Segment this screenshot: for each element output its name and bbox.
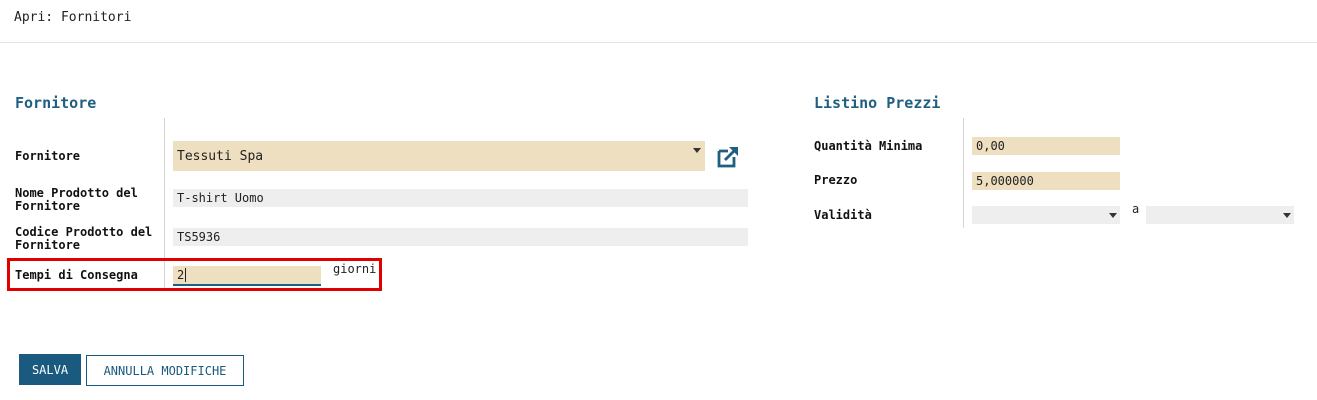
discard-changes-button[interactable]: ANNULLA MODIFICHE (86, 355, 244, 386)
supplier-caret-down-icon[interactable] (693, 148, 701, 153)
product-name-value: T-shirt Uomo (177, 191, 264, 205)
save-button[interactable]: SALVA (19, 354, 81, 385)
external-link-icon[interactable] (716, 145, 740, 169)
label-validity: Validità (814, 208, 872, 222)
price-value: 5,000000 (976, 174, 1034, 188)
label-supplier: Fornitore (15, 149, 81, 163)
breadcrumb-title: Apri: Fornitori (14, 10, 132, 25)
product-name-input[interactable]: T-shirt Uomo (173, 189, 748, 207)
validity-from-select[interactable] (972, 206, 1120, 224)
label-product-code: Codice Prodotto del Fornitore (15, 225, 153, 252)
validity-from-caret-down-icon[interactable] (1109, 213, 1117, 218)
label-min-qty: Quantità Minima (814, 139, 923, 153)
product-code-input[interactable]: TS5936 (173, 228, 748, 246)
label-price: Prezzo (814, 173, 858, 187)
label-product-name: Nome Prodotto del Fornitore (15, 186, 138, 213)
top-bar: Apri: Fornitori (0, 0, 1317, 43)
validity-to-select[interactable] (1146, 206, 1294, 224)
min-qty-value: 0,00 (976, 139, 1005, 153)
pricelist-divider (963, 118, 964, 228)
min-qty-input[interactable]: 0,00 (972, 137, 1120, 155)
supplier-select[interactable]: Tessuti Spa (173, 141, 705, 171)
section-title-pricelist: Listino Prezzi (814, 94, 941, 112)
price-input[interactable]: 5,000000 (972, 172, 1120, 190)
validity-separator: a (1132, 202, 1140, 216)
product-code-value: TS5936 (177, 230, 221, 244)
validity-to-caret-down-icon[interactable] (1283, 213, 1291, 218)
supplier-select-value: Tessuti Spa (177, 148, 264, 164)
section-title-supplier: Fornitore (15, 94, 97, 112)
highlight-box (7, 258, 382, 291)
